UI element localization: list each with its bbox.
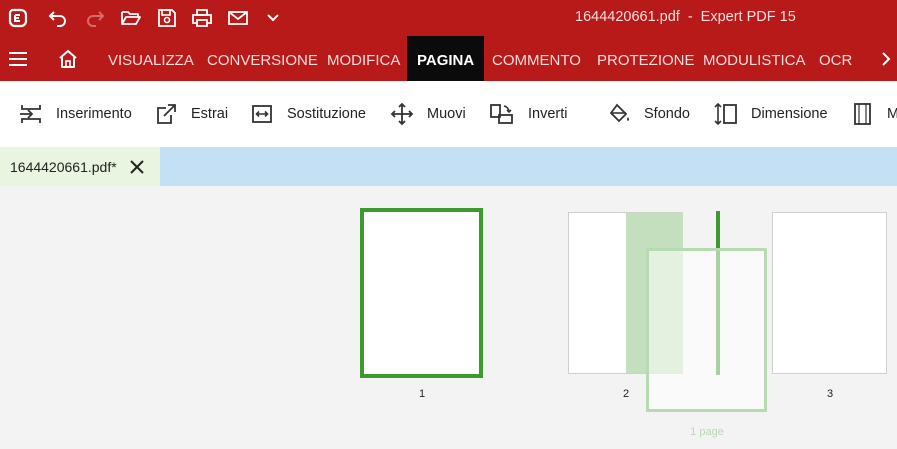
move-icon (390, 102, 414, 126)
home-icon[interactable] (56, 36, 80, 81)
window-title-filename: 1644420661.pdf (575, 9, 680, 25)
tab-ocr[interactable]: OCR (819, 36, 852, 81)
background-button[interactable]: Sfondo (608, 100, 690, 128)
tab-modifica[interactable]: MODIFICA (327, 36, 400, 81)
open-folder-icon[interactable] (118, 6, 144, 30)
title-bar: 1644420661.pdf - Expert PDF 15 (0, 0, 897, 36)
window-title: 1644420661.pdf - Expert PDF 15 (575, 9, 796, 25)
replace-icon (252, 105, 272, 123)
document-tab-label: 1644420661.pdf* (10, 158, 117, 175)
tab-protezione[interactable]: PROTEZIONE (597, 36, 695, 81)
ribbon-tabs: VISUALIZZA CONVERSIONE MODIFICA PAGINA C… (0, 36, 897, 81)
move-button[interactable]: Muovi (390, 100, 466, 128)
page-toolbar: Inserimento Estrai Sostituzione Muovi In… (0, 81, 897, 148)
extract-button[interactable]: Estrai (154, 100, 228, 128)
insert-button[interactable]: Inserimento (18, 100, 132, 128)
size-label: Dimensione (751, 106, 828, 122)
page-margins-icon (854, 103, 871, 125)
undo-icon[interactable] (45, 6, 71, 30)
rotate-pages-icon (490, 104, 513, 124)
document-tab-strip: 1644420661.pdf* (0, 147, 897, 186)
page-thumbnail-3[interactable] (772, 212, 887, 374)
margins-button[interactable]: M (851, 100, 897, 128)
print-icon[interactable] (189, 6, 215, 30)
window-title-app-name: Expert PDF 15 (700, 9, 796, 25)
background-label: Sfondo (644, 106, 690, 122)
extract-icon (157, 104, 176, 124)
redo-icon[interactable] (82, 6, 108, 30)
page-thumbnails-area: 1 2 3 1 page (0, 187, 897, 449)
save-icon[interactable] (154, 6, 180, 30)
tab-visualizza[interactable]: VISUALIZZA (108, 36, 194, 81)
page-number-3: 3 (826, 388, 834, 400)
page-size-icon (714, 102, 737, 126)
customize-dropdown-icon[interactable] (262, 6, 284, 30)
page-number-2: 2 (622, 388, 630, 400)
tab-conversione[interactable]: CONVERSIONE (207, 36, 318, 81)
page-thumbnail-1[interactable] (360, 208, 483, 378)
rotate-label: Inverti (528, 106, 568, 122)
paint-bucket-icon (609, 103, 629, 123)
chevron-right-icon[interactable] (878, 36, 894, 81)
replace-button[interactable]: Sostituzione (250, 100, 366, 128)
close-icon[interactable] (129, 159, 145, 175)
window-title-separator: - (687, 9, 693, 25)
rotate-button[interactable]: Inverti (488, 100, 568, 128)
size-button[interactable]: Dimensione (714, 100, 828, 128)
app-logo-icon[interactable] (6, 6, 30, 30)
tab-commento[interactable]: COMMENTO (492, 36, 581, 81)
move-label: Muovi (427, 106, 466, 122)
email-icon[interactable] (225, 6, 251, 30)
insert-label: Inserimento (56, 106, 132, 122)
tab-modulistica[interactable]: MODULISTICA (703, 36, 806, 81)
margins-label: M (887, 106, 897, 122)
extract-label: Estrai (191, 106, 229, 122)
page-number-1: 1 (418, 388, 426, 400)
document-tab[interactable]: 1644420661.pdf* (0, 147, 160, 186)
insert-pages-icon (20, 105, 41, 123)
drag-preview (646, 248, 767, 412)
replace-label: Sostituzione (287, 106, 366, 122)
tab-pagina[interactable]: PAGINA (407, 36, 485, 81)
hamburger-menu-icon[interactable] (6, 36, 30, 81)
drag-preview-label: 1 page (690, 426, 724, 438)
